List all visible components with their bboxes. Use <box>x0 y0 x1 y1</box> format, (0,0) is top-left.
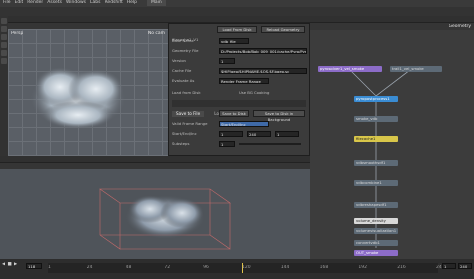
timeline: ◀ ■ ▶ 118 1 24 48 72 96 120 144 168 192 216 240 1 … <box>0 259 474 279</box>
network-node[interactable]: vdbsmoothsdf1 <box>354 160 398 166</box>
network-node[interactable]: OUT_smoke <box>354 250 398 256</box>
network-canvas[interactable]: pyrosolver1_vel_smoke trail1_vel_smoke p… <box>310 30 474 259</box>
move-tool-icon[interactable] <box>1 26 7 32</box>
handle-tool-icon[interactable] <box>1 50 7 56</box>
cache-file-field[interactable]: $HIP/geo/$HIPNAME.$OS.$F.bgeo.sc <box>219 68 307 74</box>
timeline-track[interactable]: 1 24 48 72 96 120 144 168 192 216 240 <box>48 263 445 273</box>
substeps-label: Substeps <box>172 141 190 146</box>
timeline-tick-label: 192 <box>358 265 367 270</box>
timeline-tick-label: 216 <box>397 265 406 270</box>
cache-label: Cache File <box>172 68 192 73</box>
smoke-volume-bottom <box>99 188 231 250</box>
menu-items: File Edit Render Assets Windows Labs Red… <box>0 0 474 6</box>
version-label: Version <box>172 58 186 63</box>
save-to-disk-button[interactable]: Save to Disk <box>219 110 249 117</box>
base-label: Base Name <box>172 38 194 43</box>
timeline-tick-label: 24 <box>86 265 93 270</box>
bottom-tab-bar: Geometry Spreadsheet Performance Monitor… <box>0 156 310 173</box>
bottom-scene-viewport[interactable] <box>0 169 310 259</box>
substeps-slider[interactable] <box>239 143 301 145</box>
range-label: Evaluate As <box>172 78 195 83</box>
range-select[interactable]: Render Frame Range <box>219 78 269 84</box>
menu-windows[interactable]: Windows <box>66 0 86 6</box>
network-node[interactable]: pyrosolver1_vel_smoke <box>318 66 382 72</box>
current-frame-field[interactable]: 118 <box>26 263 42 269</box>
network-node[interactable]: trail1_vel_smoke <box>390 66 442 72</box>
parameter-tab-bar: File Cache filecache1 <box>168 16 310 33</box>
network-node[interactable]: pyropostprocess1 <box>354 96 398 102</box>
substeps-field[interactable]: 1 <box>219 141 235 147</box>
network-tab-bar: Network Editor Tree View Material Palett… <box>310 16 474 33</box>
save-background-button[interactable]: Save to Disk in Background <box>253 110 305 122</box>
rotate-tool-icon[interactable] <box>1 34 7 40</box>
timeline-tick-label: 48 <box>125 265 132 270</box>
timeline-tick-label: 168 <box>319 265 329 270</box>
network-node[interactable]: volume_density <box>354 218 398 224</box>
frame-end-field[interactable]: 240 <box>458 263 472 269</box>
checkbox-label-2[interactable]: Use BG Cooking <box>239 90 269 96</box>
menu-file[interactable]: File <box>3 0 11 6</box>
scale-tool-icon[interactable] <box>1 42 7 48</box>
frame-start-field[interactable]: 1 <box>442 263 456 269</box>
parameter-panel: filecache1_V1 Load From Disk Reload Geom… <box>168 23 310 156</box>
timeline-ticks: 1 24 48 72 96 120 144 168 192 216 240 <box>48 264 445 272</box>
network-node[interactable]: vdbcombine1 <box>354 180 398 186</box>
workspace-selector[interactable]: Main <box>147 0 166 6</box>
checkbox-label[interactable]: Load from Disk <box>172 90 201 96</box>
network-node[interactable]: convertvdb1 <box>354 240 398 246</box>
menu-assets[interactable]: Assets <box>47 0 62 6</box>
viewport-toolbar <box>0 16 8 156</box>
start-end-label: Start/End/Inc <box>172 131 197 136</box>
network-node[interactable]: vdbreshapesdf1 <box>354 202 398 208</box>
network-node[interactable]: smoke_vdb <box>354 116 398 122</box>
network-node-selected[interactable]: filecache1 <box>354 136 398 142</box>
load-from-disk-button[interactable]: Load From Disk <box>217 26 257 33</box>
menu-labs[interactable]: Labs <box>90 0 100 6</box>
play-forward-icon[interactable]: ▶ <box>14 262 17 268</box>
network-path-bar: Geometry <box>310 23 474 30</box>
timeline-tick-label: 1 <box>48 265 51 270</box>
geometry-label: Geometry File <box>172 48 199 53</box>
timeline-tick-label: 144 <box>280 265 290 270</box>
menu-redshift[interactable]: Redshift <box>105 0 123 6</box>
inc-field[interactable]: 1 <box>275 131 299 137</box>
frame-range-label: Valid Frame Range <box>172 121 208 126</box>
node-wires <box>349 69 411 248</box>
smoke-volume <box>30 67 126 129</box>
menu-bar: File Edit Render Assets Windows Labs Red… <box>0 0 474 7</box>
shelf-toolbar: CreateModifyModelPolygonDeformTextureRig… <box>0 7 474 23</box>
base-field[interactable]: vdb_file <box>219 38 249 44</box>
play-backward-icon[interactable]: ◀ <box>2 262 5 268</box>
timeline-tick-label: 120 <box>242 265 251 270</box>
start-field[interactable]: 1 <box>219 131 243 137</box>
playback-controls: ◀ ■ ▶ <box>2 262 17 268</box>
save-load-tabs: Save to File Load from File <box>172 100 306 117</box>
menu-edit[interactable]: Edit <box>15 0 24 6</box>
end-field[interactable]: 240 <box>247 131 271 137</box>
reload-geometry-button[interactable]: Reload Geometry <box>261 26 305 33</box>
timeline-tick-label: 72 <box>164 265 171 270</box>
frame-range-select[interactable]: Start/End/Inc <box>219 121 269 127</box>
geometry-file-field[interactable]: D:/Projects/Bob/Bob_009_001/cache/Pyro/P… <box>219 48 307 54</box>
scene-viewport[interactable]: Persp No cam <box>8 29 168 156</box>
network-node[interactable]: volumevisualization1 <box>354 228 398 234</box>
stop-icon[interactable]: ■ <box>7 262 11 268</box>
menu-help[interactable]: Help <box>127 0 137 6</box>
version-field[interactable]: 1 <box>219 58 235 64</box>
timeline-tick-label: 96 <box>203 265 209 270</box>
select-tool-icon[interactable] <box>1 18 7 24</box>
menu-render[interactable]: Render <box>27 0 43 6</box>
pose-tool-icon[interactable] <box>1 58 7 64</box>
tab-save-to-file[interactable]: Save to File <box>172 111 205 117</box>
